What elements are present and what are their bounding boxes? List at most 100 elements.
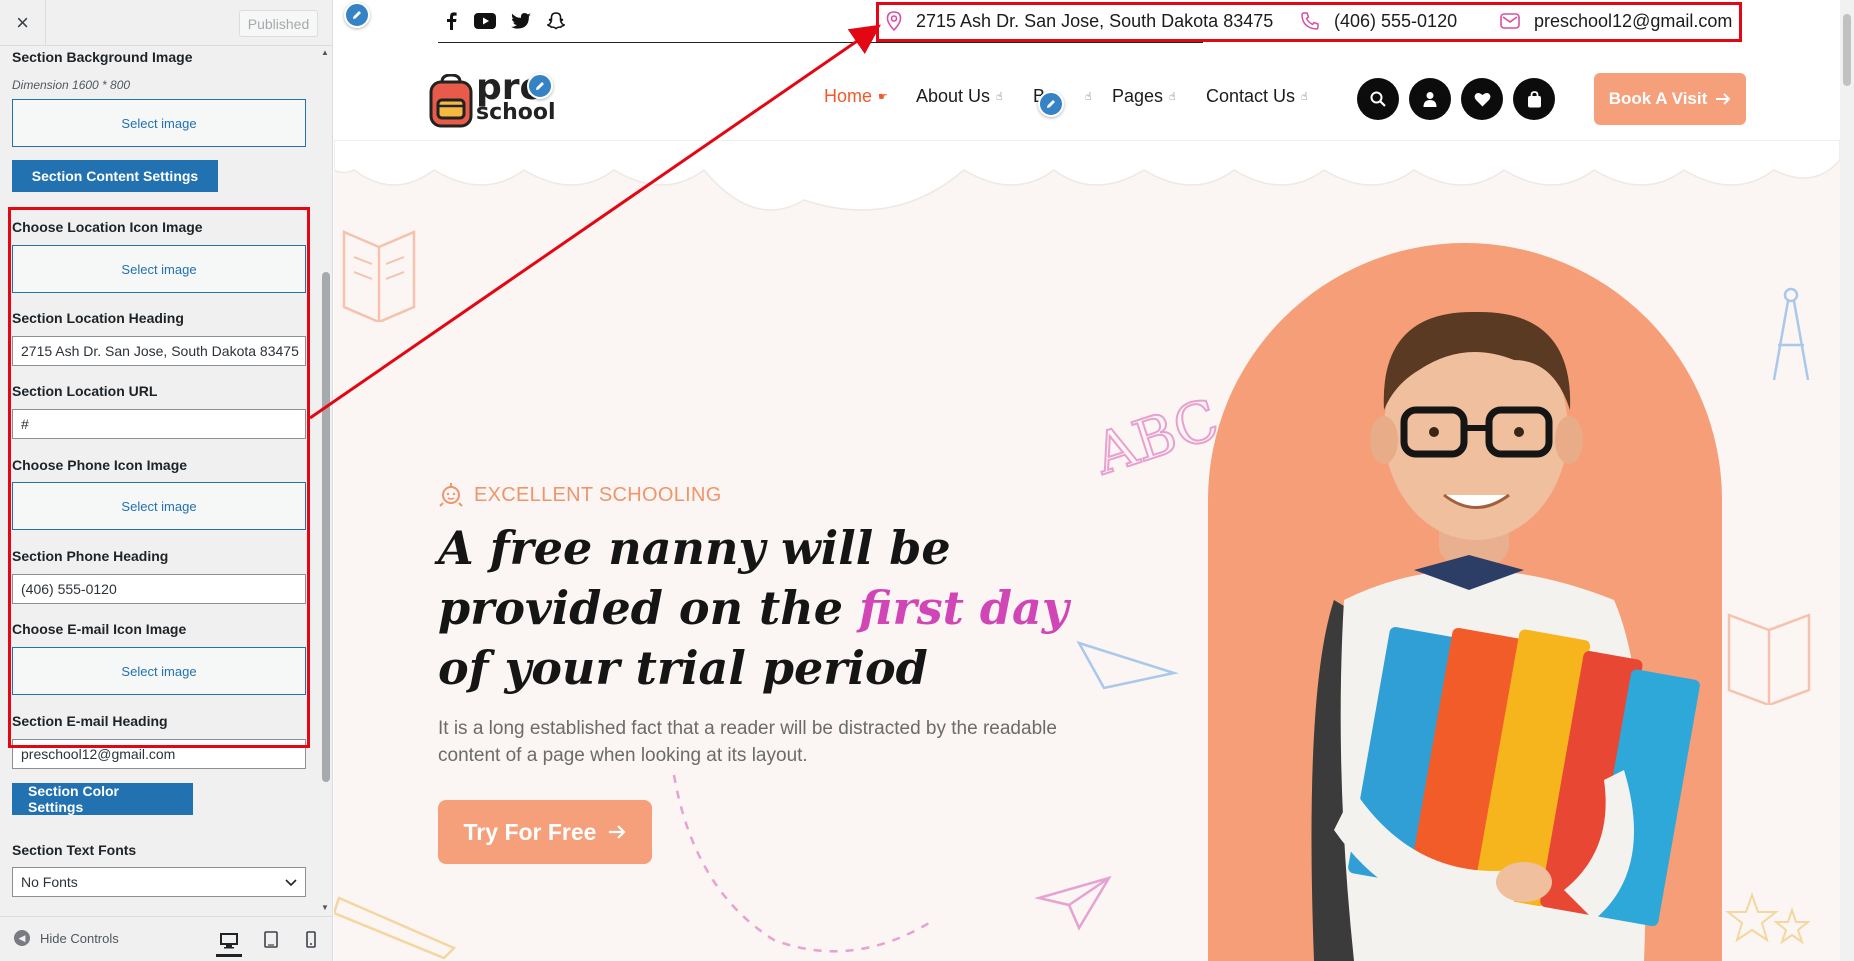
compass-doodle-icon: [1772, 287, 1810, 381]
location-url-input[interactable]: #: [12, 409, 306, 439]
preview-scrollbar[interactable]: [1840, 0, 1854, 961]
logo-text-line2: school: [476, 100, 556, 125]
email-heading-label: Section E-mail Heading: [12, 713, 168, 729]
nav-contact-label: Contact Us: [1206, 86, 1296, 106]
phone-heading-input[interactable]: (406) 555-0120: [12, 574, 306, 604]
edit-logo-pencil-icon[interactable]: [527, 73, 553, 99]
scroll-up-icon[interactable]: ▲: [321, 48, 329, 57]
edit-shortcut-pencil-icon[interactable]: [344, 2, 370, 28]
topbar-phone[interactable]: (406) 555-0120: [1300, 8, 1457, 34]
hero-headline: A free nanny will be provided on the fir…: [438, 518, 1118, 698]
cloud-divider: [334, 140, 1840, 211]
dashed-path-doodle: [672, 774, 935, 953]
email-icon: [1500, 13, 1520, 29]
bg-dimension-hint: Dimension 1600 * 800: [12, 78, 131, 92]
content-settings-button[interactable]: Section Content Settings: [12, 160, 218, 192]
select-bg-image-button[interactable]: Select image: [12, 99, 306, 147]
user-icon: [1423, 92, 1437, 107]
close-icon: ×: [16, 10, 29, 35]
hand-pointer-icon: ☛: [878, 91, 888, 103]
desktop-preview-icon[interactable]: [216, 927, 242, 957]
topbar-divider: [438, 42, 1203, 43]
phone-text: (406) 555-0120: [1334, 10, 1458, 31]
book-doodle-right-icon: [1727, 613, 1811, 705]
headline-accent: first day: [859, 581, 1069, 635]
wishlist-button[interactable]: [1461, 78, 1503, 120]
email-icon-label: Choose E-mail Icon Image: [12, 621, 187, 637]
hand-pointer-icon: ☝: [996, 91, 1003, 103]
hero-eyebrow: EXCELLENT SCHOOLING: [438, 482, 722, 508]
location-heading-label: Section Location Heading: [12, 310, 184, 326]
svg-text:ABC: ABC: [1086, 387, 1226, 480]
collapse-icon: ◀: [14, 930, 30, 946]
text-fonts-value: No Fonts: [21, 874, 78, 890]
bg-image-label: Section Background Image: [12, 49, 193, 65]
location-pin-icon: [886, 11, 902, 31]
nav-contact[interactable]: Contact Us ☝: [1206, 86, 1308, 107]
hide-controls-label: Hide Controls: [40, 930, 119, 946]
sidebar-scrollbar-thumb[interactable]: [322, 272, 330, 782]
close-customizer-button[interactable]: ×: [0, 0, 46, 46]
location-icon-label: Choose Location Icon Image: [12, 219, 203, 235]
hand-pointer-icon: ☝: [1169, 91, 1176, 103]
backpack-logo-icon: [429, 74, 473, 128]
bag-icon: [1527, 90, 1541, 107]
nav-pages-label: Pages: [1112, 86, 1164, 106]
color-settings-button[interactable]: Section Color Settings: [12, 783, 193, 815]
publish-button[interactable]: Published: [239, 10, 318, 37]
arrow-right-icon: [609, 825, 627, 839]
search-icon: [1370, 91, 1386, 107]
kid-badge-icon: [439, 483, 463, 507]
preview-scrollbar-thumb[interactable]: [1843, 14, 1851, 86]
hero-description: It is a long established fact that a rea…: [438, 718, 1057, 766]
customizer-sidebar: × Published Section Background Image Dim…: [0, 0, 333, 961]
email-heading-input[interactable]: preschool12@gmail.com: [12, 739, 306, 769]
hide-controls-button[interactable]: ◀ Hide Controls: [14, 930, 119, 946]
select-email-icon-button[interactable]: Select image: [12, 647, 306, 695]
nav-home[interactable]: Home ☛: [824, 86, 888, 107]
phone-icon: [1301, 12, 1319, 30]
email-text: preschool12@gmail.com: [1534, 10, 1733, 31]
book-visit-label: Book A Visit: [1608, 89, 1708, 108]
search-button[interactable]: [1357, 78, 1399, 120]
hand-pointer-icon: ☝: [1085, 91, 1092, 103]
cart-button[interactable]: [1513, 78, 1555, 120]
arrow-right-icon: [1716, 93, 1731, 105]
try-for-free-button[interactable]: Try For Free: [438, 800, 652, 864]
scroll-down-icon[interactable]: ▼: [321, 903, 329, 912]
try-for-free-label: Try For Free: [463, 818, 597, 845]
headline-part2: of your trial period: [438, 641, 928, 695]
book-doodle-icon: [342, 230, 416, 322]
book-visit-button[interactable]: Book A Visit: [1594, 73, 1746, 125]
nav-home-label: Home: [824, 86, 873, 106]
facebook-icon[interactable]: [442, 8, 460, 34]
tablet-preview-icon[interactable]: [258, 927, 284, 951]
edit-menu-pencil-icon[interactable]: [1038, 91, 1064, 117]
paper-plane-doodle-icon: [1034, 875, 1112, 931]
topbar-email[interactable]: preschool12@gmail.com: [1500, 8, 1732, 34]
account-button[interactable]: [1409, 78, 1451, 120]
nav-pages[interactable]: Pages ☝: [1112, 86, 1176, 107]
customizer-header: × Published: [0, 0, 332, 46]
heart-icon: [1474, 92, 1490, 106]
nav-about-label: About Us: [916, 86, 991, 106]
twitter-icon[interactable]: [511, 8, 531, 34]
hand-pointer-icon: ☝: [1301, 91, 1308, 103]
student-with-books-image: [1311, 311, 1700, 961]
text-fonts-label: Section Text Fonts: [12, 842, 137, 858]
topbar-address[interactable]: 2715 Ash Dr. San Jose, South Dakota 8347…: [886, 8, 1273, 34]
select-phone-icon-button[interactable]: Select image: [12, 482, 306, 530]
phone-icon-label: Choose Phone Icon Image: [12, 457, 188, 473]
snapchat-icon[interactable]: [546, 8, 566, 34]
youtube-icon[interactable]: [474, 8, 496, 34]
site-preview: ABC 2715 Ash Dr. San Jose, South Dakota …: [334, 0, 1840, 961]
phone-heading-label: Section Phone Heading: [12, 548, 169, 564]
text-fonts-select[interactable]: No Fonts: [12, 867, 306, 897]
chevron-down-icon: [285, 874, 297, 890]
mobile-preview-icon[interactable]: [298, 927, 324, 951]
nav-about[interactable]: About Us ☝: [916, 86, 1003, 107]
hero-eyebrow-text: EXCELLENT SCHOOLING: [474, 483, 722, 506]
location-url-label: Section Location URL: [12, 383, 158, 399]
select-location-icon-button[interactable]: Select image: [12, 245, 306, 293]
location-heading-input[interactable]: 2715 Ash Dr. San Jose, South Dakota 8347…: [12, 336, 306, 366]
